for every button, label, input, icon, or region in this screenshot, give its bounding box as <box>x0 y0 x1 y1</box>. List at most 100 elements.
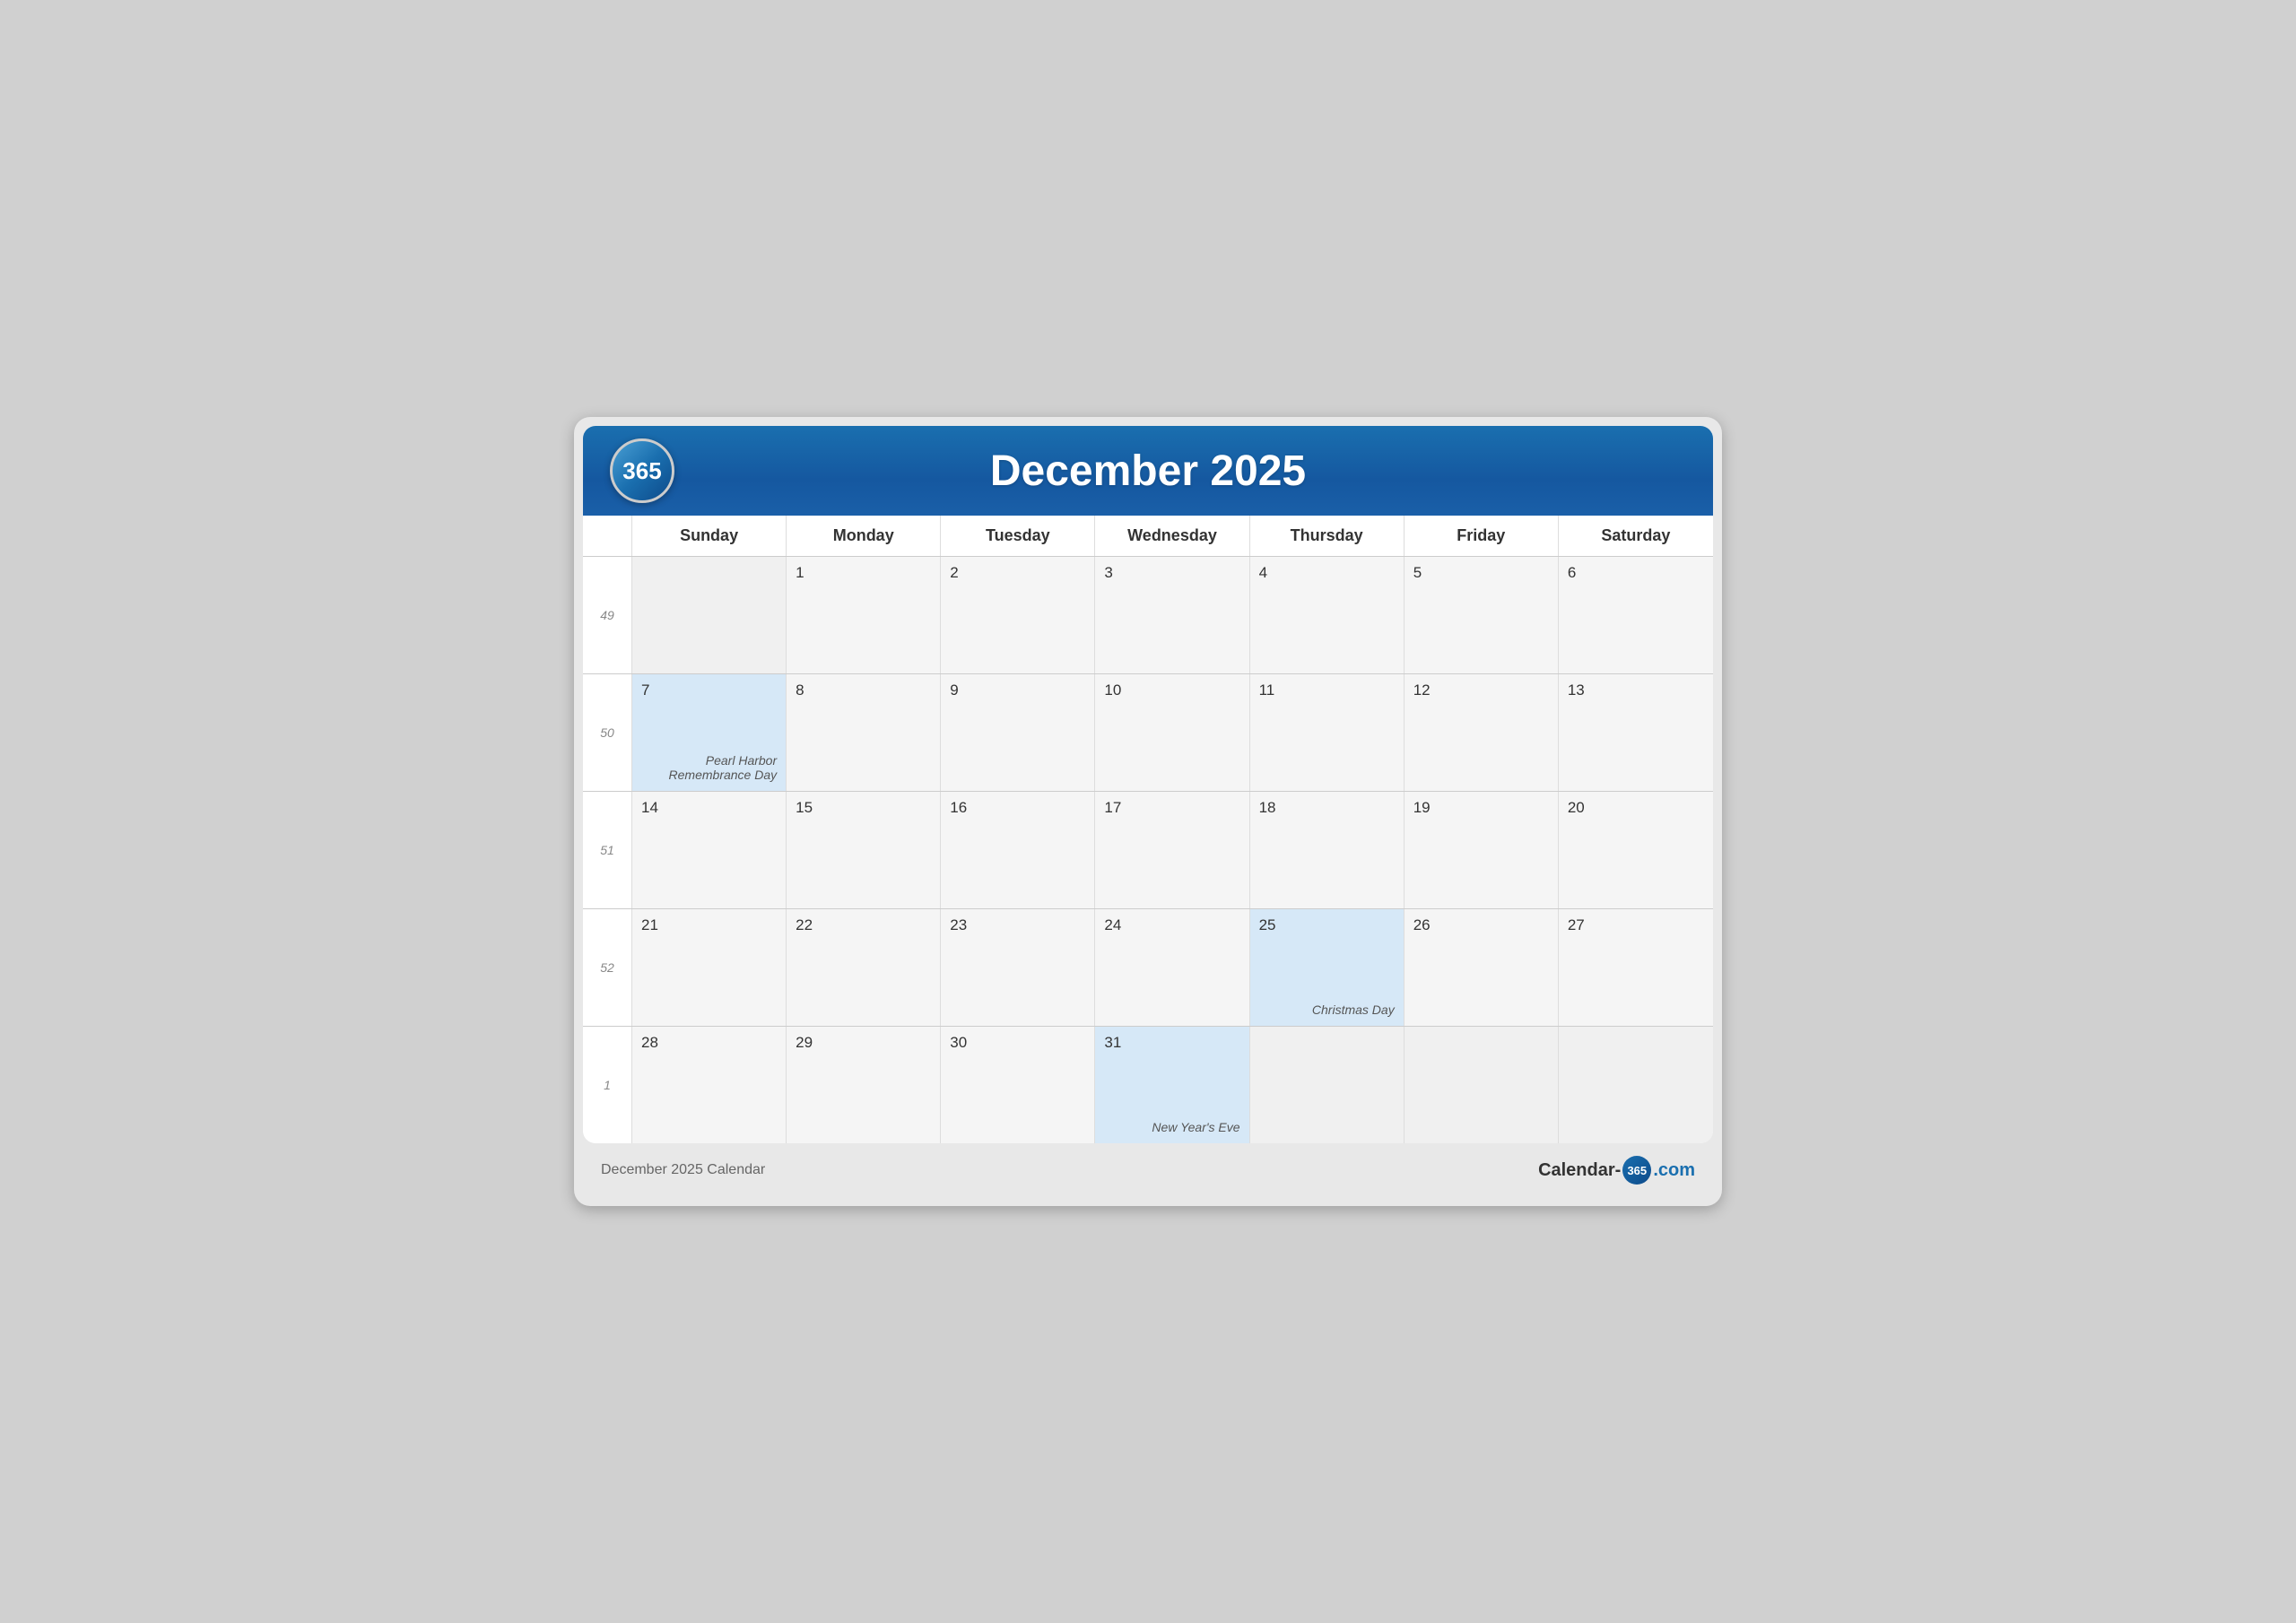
day-cell[interactable]: 23 <box>941 909 1095 1026</box>
day-cell[interactable]: 29 <box>787 1027 941 1143</box>
dow-row: SundayMondayTuesdayWednesdayThursdayFrid… <box>583 516 1713 557</box>
day-number: 19 <box>1413 799 1549 817</box>
dow-cell-monday: Monday <box>787 516 941 556</box>
day-cell[interactable]: 19 <box>1405 792 1559 908</box>
day-number: 20 <box>1568 799 1704 817</box>
day-cell[interactable]: 30 <box>941 1027 1095 1143</box>
brand-suffix: .com <box>1653 1160 1695 1181</box>
day-cell[interactable]: 22 <box>787 909 941 1026</box>
dow-cell-thursday: Thursday <box>1250 516 1405 556</box>
day-cell[interactable]: 18 <box>1250 792 1405 908</box>
calendar-inner: 365 December 2025 SundayMondayTuesdayWed… <box>583 426 1713 1143</box>
calendar-header: 365 December 2025 <box>583 426 1713 516</box>
day-cell[interactable]: 17 <box>1095 792 1249 908</box>
day-number: 12 <box>1413 681 1549 699</box>
day-cell[interactable]: 7 Pearl Harbor Remembrance Day <box>632 674 787 791</box>
day-cell[interactable] <box>1405 1027 1559 1143</box>
day-cell[interactable]: 8 <box>787 674 941 791</box>
day-number: 8 <box>796 681 931 699</box>
day-cell[interactable]: 20 <box>1559 792 1713 908</box>
day-cell[interactable]: 13 <box>1559 674 1713 791</box>
day-cell[interactable] <box>1250 1027 1405 1143</box>
brand-365: 365 <box>1622 1156 1651 1185</box>
week-number: 50 <box>583 674 632 791</box>
day-cell[interactable]: 16 <box>941 792 1095 908</box>
day-number: 15 <box>796 799 931 817</box>
day-cell[interactable]: 6 <box>1559 557 1713 673</box>
day-cell[interactable]: 9 <box>941 674 1095 791</box>
day-number: 25 <box>1259 916 1395 934</box>
day-cell[interactable]: 25 Christmas Day <box>1250 909 1405 1026</box>
calendar-wrapper: 365 December 2025 SundayMondayTuesdayWed… <box>574 417 1722 1206</box>
week-number: 52 <box>583 909 632 1026</box>
calendar-row: 51 14 15 16 17 18 19 20 <box>583 792 1713 909</box>
day-event: Pearl Harbor Remembrance Day <box>632 753 777 782</box>
dow-cell-sunday: Sunday <box>632 516 787 556</box>
day-cell[interactable]: 4 <box>1250 557 1405 673</box>
calendar-footer: December 2025 Calendar Calendar- 365 .co… <box>583 1143 1713 1197</box>
calendar-row: 50 7 Pearl Harbor Remembrance Day 8 9 10 11 12 1… <box>583 674 1713 792</box>
calendar-grid: 49123456507Pearl Harbor Remembrance Day8… <box>583 557 1713 1143</box>
week-number: 51 <box>583 792 632 908</box>
day-cell[interactable]: 27 <box>1559 909 1713 1026</box>
day-cell[interactable]: 12 <box>1405 674 1559 791</box>
day-cell[interactable]: 28 <box>632 1027 787 1143</box>
logo-circle: 365 <box>610 438 674 503</box>
day-number: 16 <box>950 799 1085 817</box>
week-number: 49 <box>583 557 632 673</box>
day-number: 18 <box>1259 799 1395 817</box>
day-number: 3 <box>1104 564 1239 582</box>
calendar-row: 52 21 22 23 24 25 Christmas Day 26 27 <box>583 909 1713 1027</box>
day-number: 5 <box>1413 564 1549 582</box>
day-number: 23 <box>950 916 1085 934</box>
day-number: 27 <box>1568 916 1704 934</box>
day-number: 28 <box>641 1034 777 1052</box>
header-title: December 2025 <box>674 447 1622 496</box>
day-cell[interactable]: 10 <box>1095 674 1249 791</box>
day-cell[interactable]: 24 <box>1095 909 1249 1026</box>
brand-prefix: Calendar- <box>1538 1160 1621 1181</box>
day-number: 26 <box>1413 916 1549 934</box>
day-number: 10 <box>1104 681 1239 699</box>
day-number: 11 <box>1259 681 1395 699</box>
day-cell[interactable] <box>632 557 787 673</box>
day-number: 31 <box>1104 1034 1239 1052</box>
day-cell[interactable]: 1 <box>787 557 941 673</box>
day-event: Christmas Day <box>1312 1002 1395 1017</box>
day-event: New Year's Eve <box>1152 1120 1239 1134</box>
day-number: 30 <box>950 1034 1085 1052</box>
day-cell[interactable]: 11 <box>1250 674 1405 791</box>
day-cell[interactable]: 2 <box>941 557 1095 673</box>
dow-cell-friday: Friday <box>1405 516 1559 556</box>
dow-cell-tuesday: Tuesday <box>941 516 1095 556</box>
day-number: 22 <box>796 916 931 934</box>
day-number: 17 <box>1104 799 1239 817</box>
calendar-row: 49 1 2 3 45 6 <box>583 557 1713 674</box>
day-cell[interactable] <box>1559 1027 1713 1143</box>
day-number: 2 <box>950 564 1085 582</box>
day-number: 1 <box>796 564 931 582</box>
day-cell[interactable]: 15 <box>787 792 941 908</box>
footer-brand: Calendar- 365 .com <box>1538 1156 1695 1185</box>
week-spacer <box>583 516 632 556</box>
dow-cell-saturday: Saturday <box>1559 516 1713 556</box>
week-number: 1 <box>583 1027 632 1143</box>
day-number: 9 <box>950 681 1085 699</box>
day-number: 6 <box>1568 564 1704 582</box>
day-number: 29 <box>796 1034 931 1052</box>
calendar-row: 1 28 29 30 31 New Year's Eve <box>583 1027 1713 1143</box>
day-cell[interactable]: 3 <box>1095 557 1249 673</box>
day-number: 7 <box>641 681 777 699</box>
day-cell[interactable]: 14 <box>632 792 787 908</box>
dow-cell-wednesday: Wednesday <box>1095 516 1249 556</box>
day-cell[interactable]: 21 <box>632 909 787 1026</box>
day-number: 21 <box>641 916 777 934</box>
day-number: 24 <box>1104 916 1239 934</box>
day-number: 4 <box>1259 564 1395 582</box>
day-cell[interactable]: 5 <box>1405 557 1559 673</box>
day-number: 14 <box>641 799 777 817</box>
footer-label: December 2025 Calendar <box>601 1162 765 1178</box>
day-cell[interactable]: 26 <box>1405 909 1559 1026</box>
day-number: 13 <box>1568 681 1704 699</box>
day-cell[interactable]: 31 New Year's Eve <box>1095 1027 1249 1143</box>
